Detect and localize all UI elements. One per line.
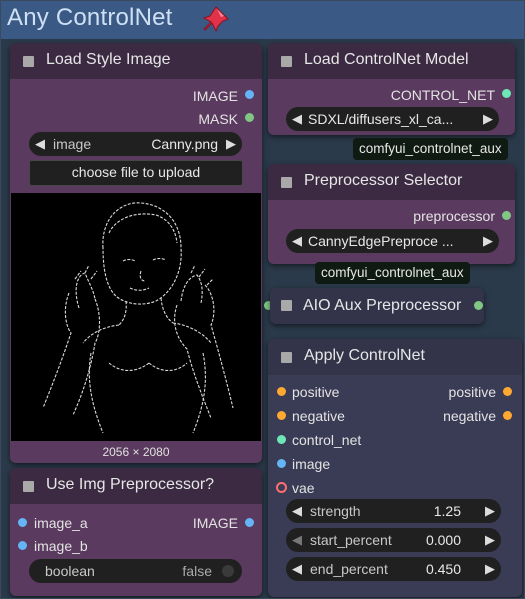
image-size-label: 2056 × 2080: [102, 445, 170, 459]
output-label-preprocessor: preprocessor: [413, 208, 495, 224]
node-title: Load ControlNet Model: [304, 51, 469, 68]
collapse-dot-icon[interactable]: [23, 481, 34, 492]
input-port-negative[interactable]: [277, 411, 286, 420]
strength-widget[interactable]: ◀ strength 1.25 ▶: [286, 499, 501, 523]
output-label-negative: negative: [443, 408, 496, 424]
node-title: Apply ControlNet: [304, 347, 425, 364]
right-arrow-icon[interactable]: ▶: [485, 503, 495, 519]
canny-edge-preview: [42, 202, 234, 434]
node-title-bar[interactable]: Preprocessor Selector: [268, 164, 515, 200]
output-port-negative[interactable]: [503, 411, 512, 420]
output-port-control-net[interactable]: [502, 89, 511, 98]
input-port-image[interactable]: [277, 459, 286, 468]
collapse-dot-icon[interactable]: [281, 352, 292, 363]
left-arrow-icon[interactable]: ◀: [292, 561, 302, 577]
aio-aux-preprocessor-node[interactable]: AIO Aux Preprocessor: [270, 288, 484, 324]
load-style-image-node[interactable]: Load Style Image IMAGE MASK ◀ image Cann…: [10, 43, 262, 463]
collapse-dot-icon[interactable]: [281, 56, 292, 67]
node-title-bar[interactable]: Use Img Preprocessor?: [10, 468, 262, 504]
any-controlnet-group: Any ControlNet Load Style Image IMAGE MA…: [0, 0, 525, 599]
output-port-mask[interactable]: [245, 113, 254, 122]
node-pack-badge: comfyui_controlnet_aux: [353, 138, 508, 160]
toggle-knob-icon[interactable]: [222, 565, 234, 577]
boolean-toggle[interactable]: boolean false: [29, 559, 242, 583]
output-port-aio[interactable]: [474, 301, 483, 310]
node-title: Preprocessor Selector: [304, 172, 463, 189]
output-label-control-net: CONTROL_NET: [390, 87, 495, 103]
right-arrow-icon[interactable]: ▶: [226, 136, 236, 152]
output-port-preprocessor[interactable]: [502, 211, 511, 220]
input-port-image-b[interactable]: [18, 541, 27, 550]
node-title: AIO Aux Preprocessor: [303, 297, 462, 314]
controlnet-model-combo[interactable]: ◀ SDXL/diffusers_xl_ca... ▶: [286, 107, 499, 131]
choose-file-button[interactable]: choose file to upload: [29, 160, 243, 186]
right-arrow-icon[interactable]: ▶: [483, 111, 493, 127]
input-port-vae[interactable]: [276, 482, 287, 493]
input-label-negative: negative: [292, 408, 345, 424]
left-arrow-icon[interactable]: ◀: [292, 233, 302, 249]
input-port-positive[interactable]: [277, 387, 286, 396]
node-title: Use Img Preprocessor?: [46, 476, 215, 493]
node-title-bar[interactable]: Apply ControlNet: [268, 339, 522, 375]
input-label-image-a: image_a: [34, 515, 88, 531]
right-arrow-icon[interactable]: ▶: [485, 532, 495, 548]
left-arrow-icon[interactable]: ◀: [292, 532, 302, 548]
node-title-bar[interactable]: Load Style Image: [10, 43, 262, 79]
node-title-bar[interactable]: Load ControlNet Model: [268, 43, 515, 79]
group-title: Any ControlNet: [7, 4, 173, 31]
input-label-image: image: [292, 456, 331, 472]
output-label-image: IMAGE: [192, 515, 238, 531]
end-percent-widget[interactable]: ◀ end_percent 0.450 ▶: [286, 557, 501, 581]
right-arrow-icon[interactable]: ▶: [485, 561, 495, 577]
output-port-image[interactable]: [245, 90, 254, 99]
left-arrow-icon[interactable]: ◀: [292, 503, 302, 519]
image-combo-widget[interactable]: ◀ image Canny.png ▶: [29, 132, 242, 156]
input-label-control-net: control_net: [292, 432, 362, 448]
input-port-image-a[interactable]: [18, 518, 27, 527]
left-arrow-icon[interactable]: ◀: [292, 111, 302, 127]
output-port-positive[interactable]: [503, 387, 512, 396]
output-label-positive: positive: [448, 384, 496, 400]
load-controlnet-model-node[interactable]: Load ControlNet Model CONTROL_NET ◀ SDXL…: [268, 43, 515, 135]
output-port-image[interactable]: [245, 518, 254, 527]
collapse-dot-icon[interactable]: [281, 300, 292, 311]
collapse-dot-icon[interactable]: [281, 177, 292, 188]
node-title: Load Style Image: [46, 51, 171, 68]
node-pack-badge: comfyui_controlnet_aux: [315, 262, 470, 284]
use-img-preprocessor-node[interactable]: Use Img Preprocessor? image_a IMAGE imag…: [10, 468, 262, 596]
start-percent-widget[interactable]: ◀ start_percent 0.000 ▶: [286, 528, 501, 552]
group-title-bar[interactable]: Any ControlNet: [1, 1, 524, 39]
preprocessor-combo[interactable]: ◀ CannyEdgePreproce ... ▶: [286, 229, 499, 253]
left-arrow-icon[interactable]: ◀: [35, 136, 45, 152]
output-label-mask: MASK: [198, 111, 238, 127]
collapse-dot-icon[interactable]: [23, 56, 34, 67]
pushpin-icon[interactable]: [202, 5, 232, 35]
preprocessor-selector-node[interactable]: Preprocessor Selector preprocessor ◀ Can…: [268, 164, 515, 264]
right-arrow-icon[interactable]: ▶: [483, 233, 493, 249]
input-label-positive: positive: [292, 384, 340, 400]
input-port-control-net[interactable]: [277, 435, 286, 444]
input-label-vae: vae: [292, 480, 315, 496]
output-label-image: IMAGE: [192, 88, 238, 104]
image-preview: [11, 193, 261, 441]
apply-controlnet-node[interactable]: Apply ControlNet positive positive negat…: [268, 339, 522, 597]
input-label-image-b: image_b: [34, 538, 88, 554]
